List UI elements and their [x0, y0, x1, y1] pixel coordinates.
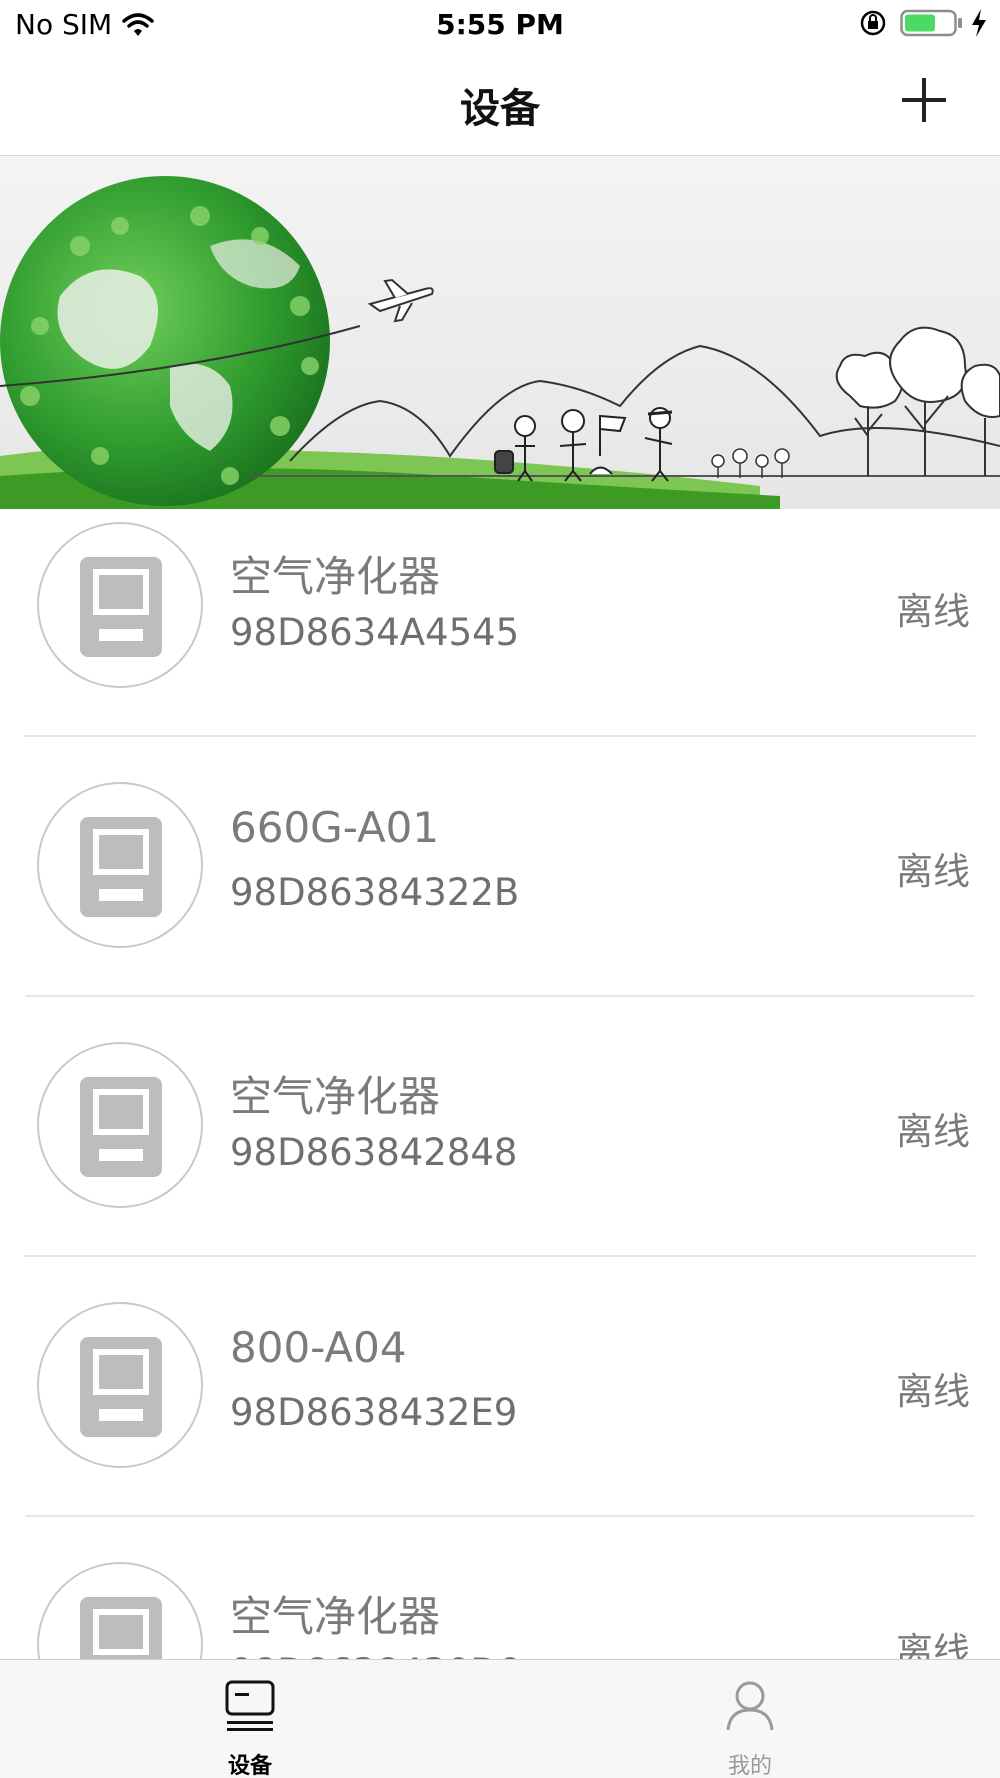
device-status: 离线	[896, 1630, 970, 1659]
device-id: 98D8638430D9	[230, 1651, 522, 1659]
device-name: 空气净化器	[230, 1072, 441, 1121]
person-icon	[726, 1681, 774, 1731]
device-status: 离线	[896, 1110, 970, 1153]
add-device-button[interactable]	[896, 72, 952, 128]
device-icon	[80, 1597, 162, 1659]
device-id: 98D86384322B	[230, 871, 520, 914]
device-row[interactable]: 660G-A01 98D86384322B 离线	[0, 737, 1000, 997]
tab-devices[interactable]: 设备	[150, 1660, 350, 1778]
device-name: 空气净化器	[230, 1592, 441, 1641]
device-status: 离线	[896, 590, 970, 633]
plus-icon	[902, 78, 946, 122]
device-avatar	[37, 1562, 203, 1659]
orientation-lock-icon	[860, 10, 886, 36]
device-name: 800-A04	[230, 1323, 407, 1372]
tab-bar: 设备 我的	[0, 1659, 1000, 1778]
tab-label: 我的	[727, 1754, 772, 1778]
battery-icon	[900, 9, 962, 37]
status-right	[858, 8, 988, 38]
charging-bolt-icon	[972, 9, 986, 37]
status-bar: No SIM 5:55 PM	[0, 0, 1000, 50]
page-title: 设备	[460, 86, 540, 132]
device-icon	[80, 817, 162, 917]
device-list-content: 空气净化器 98D8634A4545 离线 660G-A01 98D863843…	[0, 509, 1000, 1659]
tab-label: 设备	[227, 1754, 272, 1778]
device-row[interactable]: 空气净化器 98D8638430D9 离线	[0, 1517, 1000, 1659]
device-id: 98D8634A4545	[230, 611, 520, 654]
banner[interactable]	[0, 156, 1000, 509]
device-name: 空气净化器	[230, 552, 441, 601]
device-row[interactable]: 800-A04 98D8638432E9 离线	[0, 1257, 1000, 1517]
device-avatar	[37, 522, 203, 688]
green-earth-banner-image	[0, 156, 1000, 509]
device-list[interactable]: 空气净化器 98D8634A4545 离线 660G-A01 98D863843…	[0, 509, 1000, 1659]
device-status: 离线	[896, 1370, 970, 1413]
device-status: 离线	[896, 850, 970, 893]
nav-bar: 设备	[0, 50, 1000, 156]
device-avatar	[37, 1042, 203, 1208]
tab-mine[interactable]: 我的	[650, 1660, 850, 1778]
device-list-icon	[225, 1680, 275, 1731]
device-row[interactable]: 空气净化器 98D8634A4545 离线	[0, 509, 1000, 737]
device-name: 660G-A01	[230, 803, 440, 852]
device-icon	[80, 1337, 162, 1437]
device-avatar	[37, 782, 203, 948]
device-icon	[80, 1077, 162, 1177]
device-id: 98D8638432E9	[230, 1391, 518, 1434]
device-avatar	[37, 1302, 203, 1468]
screen: No SIM 5:55 PM 设备 空气净化器 98D8634A4545 离线 …	[0, 0, 1000, 1778]
device-row[interactable]: 空气净化器 98D863842848 离线	[0, 997, 1000, 1257]
device-id: 98D863842848	[230, 1131, 518, 1174]
device-icon	[80, 557, 162, 657]
status-time: 5:55 PM	[436, 8, 564, 41]
